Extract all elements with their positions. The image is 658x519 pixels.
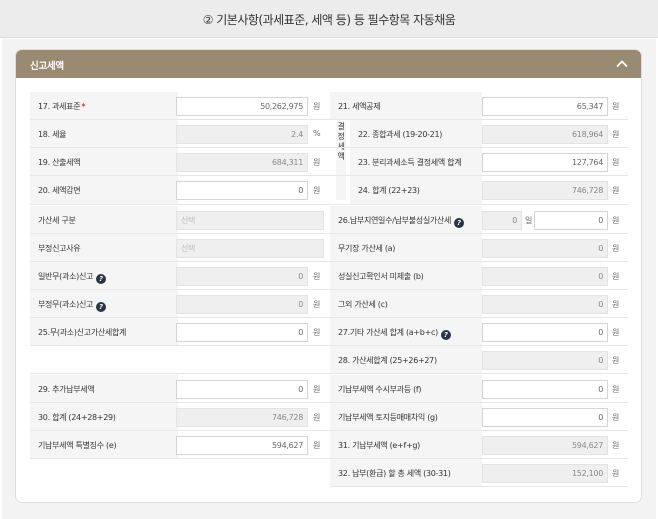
add-payment-input[interactable]: 0 [176, 380, 308, 399]
special-collect-input[interactable]: 594,627 [176, 436, 308, 455]
penalty-total-unit: 원 [612, 356, 620, 365]
help-icon[interactable]: ? [440, 330, 451, 340]
late-days-label: 26.납부지연일수/납부불성실가산세? [330, 206, 482, 234]
deduction-input[interactable]: 65,347 [482, 97, 608, 116]
occasional-input[interactable]: 0 [482, 380, 608, 399]
land-sale-input[interactable]: 0 [482, 408, 608, 427]
tax-reduce-input[interactable]: 0 [176, 181, 308, 200]
calc-tax-unit: 원 [313, 158, 321, 167]
tax-rate-label: 18. 세율 [30, 120, 178, 148]
tax-rate-field: 2.4 [176, 125, 308, 144]
improper-under-label: 부정무(과소)신고? [30, 290, 178, 318]
tax-base-unit: 원 [313, 102, 321, 111]
tax-reduce-unit: 원 [313, 186, 321, 195]
empty-cell [30, 346, 330, 374]
prepaid-total-field: 594,627 [482, 436, 608, 455]
improper-under-unit: 원 [313, 300, 321, 309]
late-days-field: 0 [482, 211, 522, 230]
under-total-input[interactable]: 0 [176, 323, 308, 342]
late-days-unit: 일 [525, 216, 533, 225]
no-book-unit: 원 [612, 244, 620, 253]
final-tax-label: 32. 납부(환급) 할 총 세액 (30-31) [330, 459, 482, 487]
prepaid-total-label: 31. 기납부세액 (e+f+g) [330, 431, 482, 459]
add-payment-unit: 원 [313, 385, 321, 394]
help-icon[interactable]: ? [96, 302, 107, 312]
no-book-label: 무기장 가산세 (a) [330, 234, 482, 262]
deduction-label: 21. 세액공제 [330, 92, 482, 120]
help-icon[interactable]: ? [96, 274, 107, 284]
total30-label: 30. 합계 (24+28+29) [30, 403, 178, 431]
total30-field: 746,728 [176, 408, 308, 427]
improper-under-field: 0 [176, 295, 308, 314]
penalty-type-select[interactable]: 선택 [176, 211, 324, 230]
calc-tax-field: 684,311 [176, 153, 308, 172]
penalty-total-label: 28. 가산세합계 (25+26+27) [330, 346, 482, 374]
improper-reason-label: 부정신고사유 [30, 234, 178, 262]
sum24-field: 746,728 [482, 181, 608, 200]
land-sale-label: 기납부세액 토지등매매차익 (g) [330, 403, 482, 431]
other-penalty-unit: 원 [612, 300, 620, 309]
panel-header[interactable]: 신고세액 [16, 50, 641, 78]
tax-report-panel: 신고세액 17. 과세표준* 50,262,975 원 18. 세율 2.4 %… [15, 49, 642, 503]
sum24-label: 24. 합계 (22+23) [350, 176, 482, 204]
penalty-type-label: 가산세 구분 [30, 206, 178, 234]
sum24-unit: 원 [612, 186, 620, 195]
final-tax-unit: 원 [612, 469, 620, 478]
occasional-label: 기납부세액 수시부과등 (f) [330, 375, 482, 403]
deduction-unit: 원 [612, 102, 620, 111]
no-book-field: 0 [482, 239, 608, 258]
other-total-input[interactable]: 0 [482, 323, 608, 342]
step-title: ② 기본사항(과세표준, 세액 등) 등 필수항목 자동채움 [202, 13, 456, 27]
panel-title: 신고세액 [30, 61, 64, 72]
chevron-up-icon[interactable] [615, 57, 629, 71]
late-penalty-input[interactable]: 0 [534, 211, 608, 230]
late-penalty-unit: 원 [612, 216, 620, 225]
other-penalty-field: 0 [482, 295, 608, 314]
comprehensive-label: 22. 종합과세 (19-20-21) [350, 120, 482, 148]
calc-tax-label: 19. 산출세액 [30, 148, 178, 176]
total30-unit: 원 [313, 413, 321, 422]
general-under-unit: 원 [313, 272, 321, 281]
special-collect-label: 기납부세액 특별징수 (e) [30, 431, 178, 459]
occasional-unit: 원 [612, 385, 620, 394]
decided-tax-group-label: 결정세액 [336, 122, 346, 200]
general-under-label: 일반무(과소)신고? [30, 262, 178, 290]
no-confirm-label: 성실신고확인서 미제출 (b) [330, 262, 482, 290]
tax-rate-unit: % [313, 129, 321, 138]
prepaid-total-unit: 원 [612, 441, 620, 450]
add-payment-label: 29. 추가납부세액 [30, 375, 178, 403]
separate-input[interactable]: 127,764 [482, 153, 608, 172]
under-total-unit: 원 [313, 328, 321, 337]
other-total-label: 27.기타 가산세 합계 (a+b+c)? [330, 318, 482, 346]
no-confirm-field: 0 [482, 267, 608, 286]
separate-label: 23. 분리과세소득 결정세액 합계 [350, 148, 482, 176]
comprehensive-unit: 원 [612, 130, 620, 139]
step-header: ② 기본사항(과세표준, 세액 등) 등 필수항목 자동채움 [0, 0, 658, 38]
under-total-label: 25.무(과소)신고가산세합계 [30, 318, 178, 346]
tax-base-label: 17. 과세표준* [30, 92, 178, 120]
tax-base-input[interactable]: 50,262,975 [176, 97, 308, 116]
land-sale-unit: 원 [612, 413, 620, 422]
tax-reduce-label: 20. 세액감면 [30, 176, 178, 204]
final-tax-field: 152,100 [482, 464, 608, 483]
penalty-total-field: 0 [482, 351, 608, 370]
general-under-field: 0 [176, 267, 308, 286]
separate-unit: 원 [612, 158, 620, 167]
comprehensive-field: 618,964 [482, 125, 608, 144]
no-confirm-unit: 원 [612, 272, 620, 281]
help-icon[interactable]: ? [454, 218, 465, 228]
other-total-unit: 원 [612, 328, 620, 337]
improper-reason-select[interactable]: 선택 [176, 239, 324, 258]
other-penalty-label: 그외 가산세 (c) [330, 290, 482, 318]
special-collect-unit: 원 [313, 441, 321, 450]
